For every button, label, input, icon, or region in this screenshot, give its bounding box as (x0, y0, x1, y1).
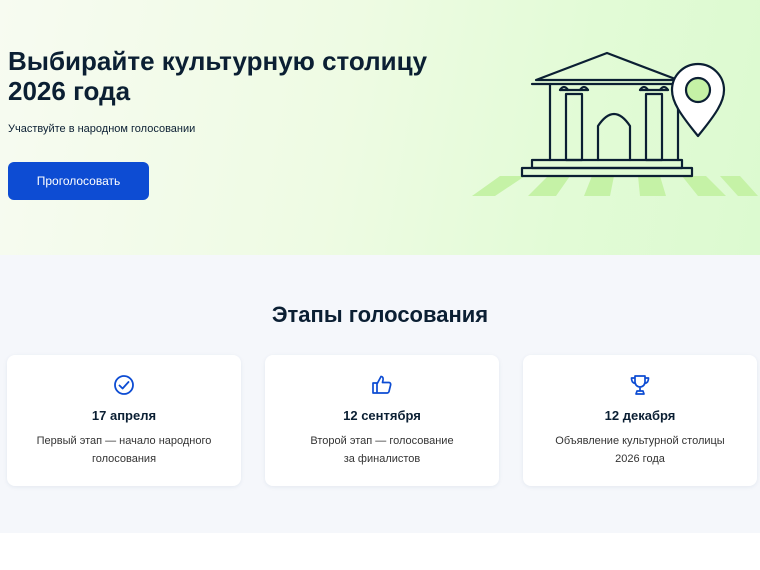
floor-stripes (472, 176, 758, 196)
stage-description: Объявление культурной столицы 2026 года (555, 435, 725, 465)
vote-button[interactable]: Проголосовать (8, 162, 149, 200)
voting-stages-section: Этапы голосования 17 апреля Первый этап … (0, 255, 760, 533)
hero-subtitle: Участвуйте в народном голосовании (8, 123, 196, 135)
stage-date: 12 декабря (604, 408, 676, 423)
stage-date: 17 апреля (91, 408, 157, 423)
trophy-icon (630, 375, 650, 395)
museum-location-illustration (472, 51, 758, 196)
stages-title: Этапы голосования (271, 302, 489, 327)
stage-description: Первый этап — начало народного голосован… (36, 435, 212, 465)
stage-card-1: 17 апреля Первый этап — начало народного… (7, 355, 241, 486)
thumbs-up-icon (372, 375, 392, 394)
check-circle-icon (114, 375, 134, 395)
stage-card-2: 12 сентября Второй этап — голосование за… (265, 355, 499, 486)
museum-building-icon (520, 51, 726, 178)
stage-description: Второй этап — голосование за финалистов (310, 435, 454, 465)
stage-card-3: 12 декабря Объявление культурной столицы… (523, 355, 757, 486)
page-title: Выбирайте культурную столицу 2026 года (8, 46, 428, 106)
stage-date: 12 сентября (343, 408, 421, 423)
hero-banner: Выбирайте культурную столицу 2026 года У… (0, 0, 760, 255)
